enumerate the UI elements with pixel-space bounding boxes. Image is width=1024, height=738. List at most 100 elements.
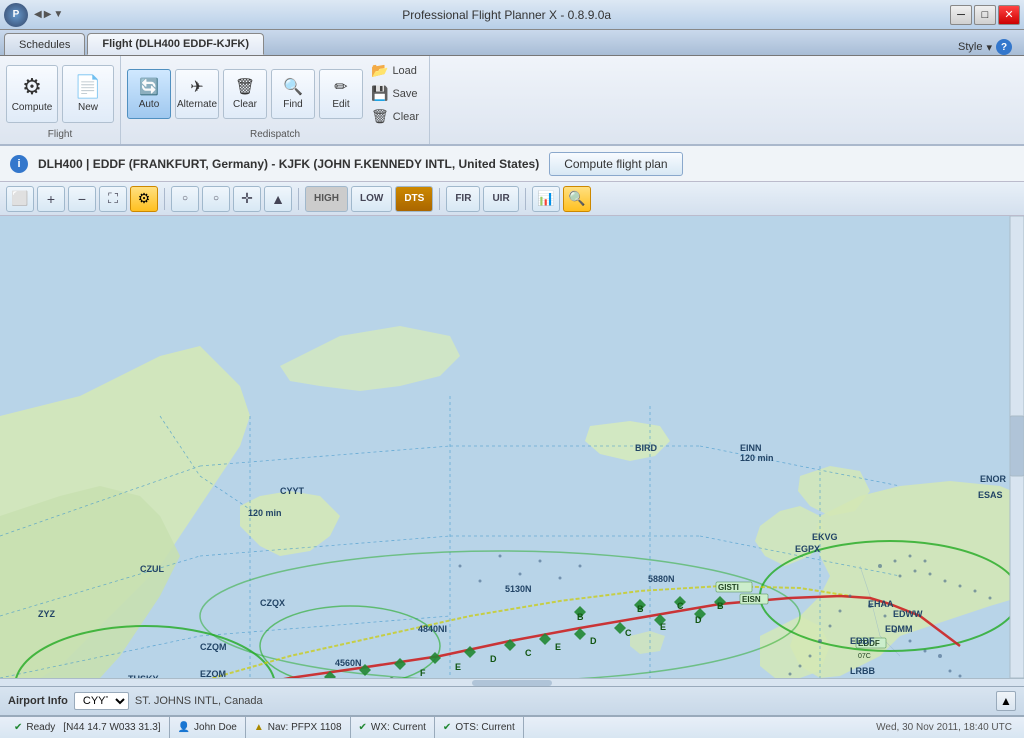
compute-icon: ⚙: [22, 74, 42, 100]
compute-flight-plan-button[interactable]: Compute flight plan: [549, 152, 682, 176]
dropdown-icon[interactable]: ▼: [53, 9, 63, 20]
style-label: Style: [958, 41, 982, 53]
find-button[interactable]: 🔍 Find: [271, 69, 315, 119]
compute-button[interactable]: ⚙ Compute: [6, 65, 58, 123]
map-radio-1[interactable]: ○: [171, 186, 199, 212]
title-bar-left: P ◀ ▶ ▼: [4, 3, 63, 27]
map-waypoint[interactable]: ▲: [264, 186, 292, 212]
alternate-icon: ✈: [190, 77, 203, 97]
redispatch-group: 🔄 Auto ✈ Alternate 🗑 Clear 🔍 Find ✏ Edit: [121, 56, 430, 144]
forward-icon[interactable]: ▶: [44, 9, 52, 20]
airport-info-label: Airport Info: [8, 695, 68, 707]
svg-text:07C: 07C: [858, 653, 871, 660]
map-area[interactable]: D C E D C F G F E D C E D C E D B B C B: [0, 216, 1024, 678]
map-zoom-out-button[interactable]: −: [68, 186, 96, 212]
auto-label: Auto: [139, 99, 160, 110]
svg-text:D: D: [490, 654, 497, 664]
flight-group: ⚙ Compute 📄 New Flight: [0, 56, 121, 144]
map-uir-toggle[interactable]: UIR: [483, 186, 518, 212]
svg-text:GISTI: GISTI: [718, 583, 739, 592]
new-icon: 📄: [74, 74, 101, 100]
svg-text:D: D: [695, 615, 702, 625]
clear-button[interactable]: 🗑 Clear: [223, 69, 267, 119]
load-icon: 📂: [371, 62, 388, 79]
window-controls: ─ □ ✕: [950, 5, 1020, 25]
map-settings-button[interactable]: ⚙: [130, 186, 158, 212]
airport-code-select[interactable]: CYYT: [74, 692, 129, 710]
edit-button[interactable]: ✏ Edit: [319, 69, 363, 119]
tab-flight[interactable]: Flight (DLH400 EDDF-KJFK): [87, 33, 264, 55]
clear-menu-label: Clear: [393, 111, 419, 123]
map-low-toggle[interactable]: LOW: [351, 186, 392, 212]
svg-text:E: E: [555, 642, 561, 652]
edit-label: Edit: [332, 99, 349, 110]
redispatch-buttons: 🔄 Auto ✈ Alternate 🗑 Clear 🔍 Find ✏ Edit: [127, 60, 423, 127]
info-bar: i DLH400 | EDDF (FRANKFURT, Germany) - K…: [0, 146, 1024, 182]
map-search-icon[interactable]: 🔍: [563, 186, 591, 212]
map-radio-2[interactable]: ○: [202, 186, 230, 212]
load-item[interactable]: 📂 Load: [367, 60, 423, 81]
redispatch-group-label: Redispatch: [250, 129, 300, 140]
clear-menu-icon: 🗑: [371, 108, 389, 125]
help-icon[interactable]: ?: [996, 39, 1012, 55]
svg-text:C: C: [525, 648, 532, 658]
status-bar: ✔ Ready [N44 14.7 W033 31.3] 👤 John Doe …: [0, 716, 1024, 738]
h-scrollbar[interactable]: [0, 678, 1024, 686]
map-select-tool[interactable]: ⬜: [6, 186, 34, 212]
airport-name-text: ST. JOHNS INTL, Canada: [135, 695, 263, 707]
auto-button[interactable]: 🔄 Auto: [127, 69, 171, 119]
map-fir-toggle[interactable]: FIR: [446, 186, 480, 212]
new-button[interactable]: 📄 New: [62, 65, 114, 123]
clear-menu-item[interactable]: 🗑 Clear: [367, 106, 423, 127]
window-title: Professional Flight Planner X - 0.8.9.0a: [63, 8, 950, 22]
h-scrollbar-thumb[interactable]: [472, 680, 552, 686]
back-icon[interactable]: ◀: [34, 9, 42, 20]
save-item[interactable]: 💾 Save: [367, 83, 423, 104]
separator-3: [439, 188, 440, 210]
svg-text:B: B: [577, 612, 584, 622]
map-toolbar: ⬜ + − ⛶ ⚙ ○ ○ ✛ ▲ HIGH LOW DTS FIR UIR 📊…: [0, 182, 1024, 216]
map-fit-button[interactable]: ⛶: [99, 186, 127, 212]
edit-icon: ✏: [334, 77, 347, 97]
redispatch-menu: 📂 Load 💾 Save 🗑 Clear: [367, 60, 423, 127]
tab-schedules[interactable]: Schedules: [4, 33, 85, 55]
route-text: DLH400 | EDDF (FRANKFURT, Germany) - KJF…: [38, 157, 539, 171]
map-dts-toggle[interactable]: DTS: [395, 186, 433, 212]
svg-text:C: C: [677, 601, 684, 611]
load-label: Load: [392, 65, 416, 77]
map-zoom-in-button[interactable]: +: [37, 186, 65, 212]
map-chart-icon[interactable]: 📊: [532, 186, 560, 212]
map-svg: D C E D C F G F E D C E D C E D B B C B: [0, 216, 1024, 678]
find-icon: 🔍: [283, 77, 303, 97]
ribbon: ⚙ Compute 📄 New Flight 🔄 Auto ✈ Alternat…: [0, 56, 1024, 146]
flight-group-buttons: ⚙ Compute 📄 New: [6, 60, 114, 127]
find-label: Find: [283, 99, 302, 110]
auto-icon: 🔄: [139, 77, 159, 97]
separator-2: [298, 188, 299, 210]
alternate-button[interactable]: ✈ Alternate: [175, 69, 219, 119]
svg-text:EISN: EISN: [742, 595, 761, 604]
clear-icon: 🗑: [235, 77, 255, 97]
svg-text:E: E: [455, 662, 461, 672]
title-bar: P ◀ ▶ ▼ Professional Flight Planner X - …: [0, 0, 1024, 30]
clear-label: Clear: [233, 99, 257, 110]
map-crosshair[interactable]: ✛: [233, 186, 261, 212]
close-button[interactable]: ✕: [998, 5, 1020, 25]
tab-bar: Schedules Flight (DLH400 EDDF-KJFK) Styl…: [0, 30, 1024, 56]
svg-text:B: B: [637, 604, 644, 614]
separator-1: [164, 188, 165, 210]
quick-access: ◀ ▶ ▼: [34, 9, 63, 20]
style-button[interactable]: Style ▾ ?: [950, 39, 1020, 55]
maximize-button[interactable]: □: [974, 5, 996, 25]
svg-text:F: F: [420, 668, 426, 678]
separator-4: [525, 188, 526, 210]
svg-text:D: D: [590, 636, 597, 646]
tab-flight-label: Flight (DLH400 EDDF-KJFK): [102, 38, 249, 50]
style-dropdown-icon: ▾: [986, 41, 992, 54]
expand-panel-button[interactable]: ▲: [996, 691, 1016, 711]
svg-text:B: B: [717, 601, 724, 611]
minimize-button[interactable]: ─: [950, 5, 972, 25]
save-label: Save: [392, 88, 417, 100]
svg-text:E: E: [660, 622, 666, 632]
map-high-toggle[interactable]: HIGH: [305, 186, 348, 212]
